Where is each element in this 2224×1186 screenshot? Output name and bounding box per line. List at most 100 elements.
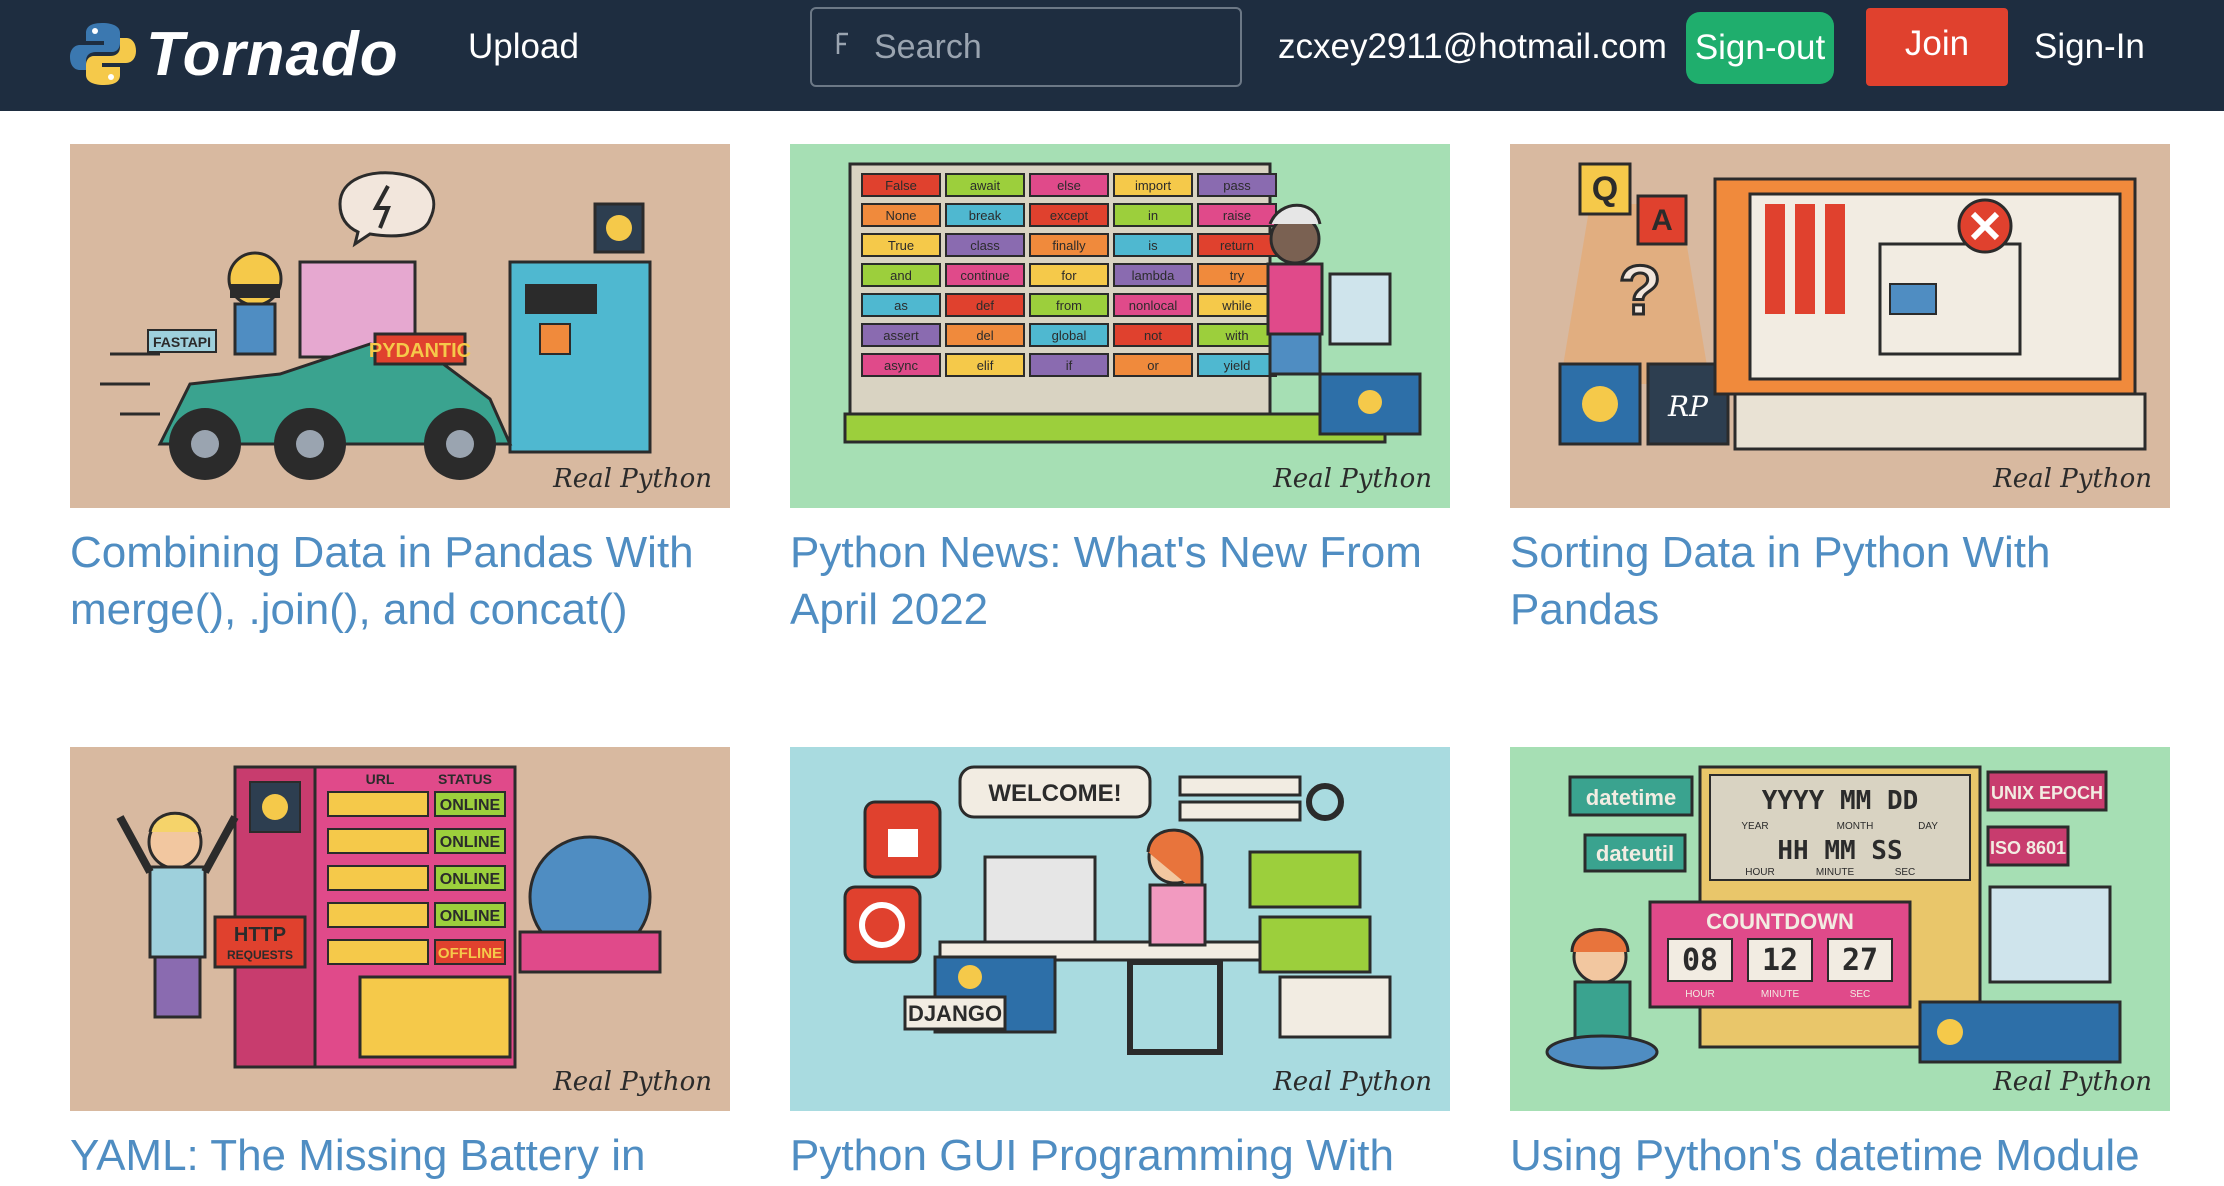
- keyword-label: else: [1057, 178, 1081, 193]
- status-online-4: ONLINE: [440, 908, 501, 925]
- ymd-digits: YYYY MM DD: [1762, 786, 1919, 816]
- status-header: STATUS: [438, 771, 492, 787]
- keyword-label: True: [888, 238, 914, 253]
- python-logo-icon: [70, 23, 136, 85]
- python-keywords-illustration: False await else import pass None break except i…: [790, 144, 1450, 508]
- keyword-label: pass: [1223, 178, 1251, 193]
- keyword-label: assert: [883, 328, 919, 343]
- year-label: YEAR: [1741, 821, 1768, 832]
- article-thumbnail[interactable]: Q A ? RP Real Python: [1510, 144, 2170, 508]
- keyword-label: yield: [1224, 358, 1251, 373]
- countdown-sec-label: SEC: [1850, 989, 1871, 1000]
- fastapi-car-illustration: PYDANTIC FASTAPI: [70, 144, 730, 508]
- sorting-computer-illustration: Q A ? RP: [1510, 144, 2170, 508]
- countdown-seconds: 27: [1842, 943, 1878, 978]
- keyword-label: import: [1135, 178, 1172, 193]
- keyword-label: global: [1052, 328, 1087, 343]
- article-thumbnail[interactable]: datetime dateutil YYYY MM DD YEAR MONTH …: [1510, 747, 2170, 1111]
- sec-label: SEC: [1895, 867, 1916, 878]
- brand-logo[interactable]: Tornado: [68, 14, 399, 94]
- datetime-clock-illustration: datetime dateutil YYYY MM DD YEAR MONTH …: [1510, 747, 2170, 1111]
- real-python-watermark: Real Python: [1273, 1067, 1432, 1097]
- keyword-label: from: [1056, 298, 1082, 313]
- user-email[interactable]: zcxey2911@hotmail.com: [1278, 22, 1667, 72]
- hour-label: HOUR: [1745, 867, 1774, 878]
- minute-label: MINUTE: [1816, 867, 1855, 878]
- fastapi-label: FASTAPI: [153, 334, 211, 350]
- keyword-label: class: [970, 238, 1000, 253]
- keyword-label: async: [884, 358, 918, 373]
- article-title-link[interactable]: Python News: What's New From April 2022: [790, 524, 1470, 638]
- countdown-hour-label: HOUR: [1685, 989, 1714, 1000]
- countdown-minutes: 12: [1762, 943, 1798, 978]
- real-python-watermark: Real Python: [553, 464, 712, 494]
- hms-digits: HH MM SS: [1777, 836, 1902, 866]
- status-online-2: ONLINE: [440, 834, 501, 851]
- top-navbar: Tornado Upload zcxey2911@hotmail.com Sig…: [0, 0, 2224, 111]
- day-label: DAY: [1918, 821, 1938, 832]
- django-desk-illustration: WELCOME! DJANGO: [790, 747, 1450, 1111]
- article-thumbnail[interactable]: False await else import pass None break except i…: [790, 144, 1450, 508]
- article-title-link[interactable]: Sorting Data in Python With Pandas: [1510, 524, 2190, 638]
- real-python-watermark: Real Python: [1993, 1067, 2152, 1097]
- article-thumbnail[interactable]: WELCOME! DJANGO Real Python: [790, 747, 1450, 1111]
- q-label: Q: [1592, 170, 1618, 208]
- keyword-label: is: [1148, 238, 1158, 253]
- status-online-1: ONLINE: [440, 797, 501, 814]
- real-python-watermark: Real Python: [1993, 464, 2152, 494]
- keyword-label: nonlocal: [1129, 298, 1178, 313]
- url-header: URL: [366, 771, 395, 787]
- countdown-minute-label: MINUTE: [1761, 989, 1800, 1000]
- keyword-label: await: [970, 178, 1001, 193]
- upload-link[interactable]: Upload: [468, 22, 579, 72]
- status-offline: OFFLINE: [438, 945, 502, 962]
- article-title-link[interactable]: YAML: The Missing Battery in: [70, 1127, 750, 1184]
- keyword-label: not: [1144, 328, 1162, 343]
- countdown-label: COUNTDOWN: [1706, 909, 1854, 934]
- signin-link[interactable]: Sign-In: [2034, 22, 2145, 72]
- a-label: A: [1651, 204, 1673, 237]
- countdown-hours: 08: [1682, 943, 1718, 978]
- pydantic-label: PYDANTIC: [369, 340, 471, 362]
- question-mark-label: ?: [1619, 251, 1662, 329]
- keyword-label: return: [1220, 238, 1254, 253]
- keyword-label: del: [976, 328, 993, 343]
- keyword-label: try: [1230, 268, 1245, 283]
- keyword-label: except: [1050, 208, 1089, 223]
- keyword-label: None: [885, 208, 916, 223]
- keyword-label: elif: [977, 358, 994, 373]
- real-python-watermark: Real Python: [1273, 464, 1432, 494]
- search-input[interactable]: [872, 26, 1236, 68]
- search-box[interactable]: [810, 7, 1242, 87]
- http-label: HTTP: [234, 924, 286, 946]
- article-title-link[interactable]: Python GUI Programming With: [790, 1127, 1470, 1184]
- datetime-tag: datetime: [1586, 785, 1676, 810]
- keyword-label: lambda: [1132, 268, 1175, 283]
- article-title-link[interactable]: Using Python's datetime Module: [1510, 1127, 2190, 1184]
- status-online-3: ONLINE: [440, 871, 501, 888]
- keyword-label: in: [1148, 208, 1158, 223]
- article-thumbnail[interactable]: PYDANTIC FASTAPI Real Python: [70, 144, 730, 508]
- keyword-label: continue: [960, 268, 1009, 283]
- iso-8601-tag: ISO 8601: [1990, 838, 2066, 858]
- keyword-label: raise: [1223, 208, 1251, 223]
- month-label: MONTH: [1837, 821, 1874, 832]
- join-button[interactable]: Join: [1866, 8, 2008, 86]
- yaml-status-illustration: URL STATUS ONLINE ONLINE ONLINE ONLINE O…: [70, 747, 730, 1111]
- brand-name: Tornado: [146, 19, 399, 89]
- real-python-watermark: Real Python: [553, 1067, 712, 1097]
- welcome-bubble-text: WELCOME!: [988, 780, 1121, 807]
- keyword-label: False: [885, 178, 917, 193]
- keyword-label: as: [894, 298, 908, 313]
- requests-label: REQUESTS: [227, 948, 293, 962]
- keyword-label: while: [1221, 298, 1252, 313]
- keyword-label: if: [1066, 358, 1073, 373]
- keyword-label: break: [969, 208, 1002, 223]
- search-icon: [832, 30, 856, 65]
- keyword-label: finally: [1052, 238, 1086, 253]
- keyword-label: and: [890, 268, 912, 283]
- article-title-link[interactable]: Combining Data in Pandas With merge(), .…: [70, 524, 750, 638]
- signout-button[interactable]: Sign-out: [1686, 12, 1834, 84]
- keyword-label: for: [1061, 268, 1077, 283]
- article-thumbnail[interactable]: URL STATUS ONLINE ONLINE ONLINE ONLINE O…: [70, 747, 730, 1111]
